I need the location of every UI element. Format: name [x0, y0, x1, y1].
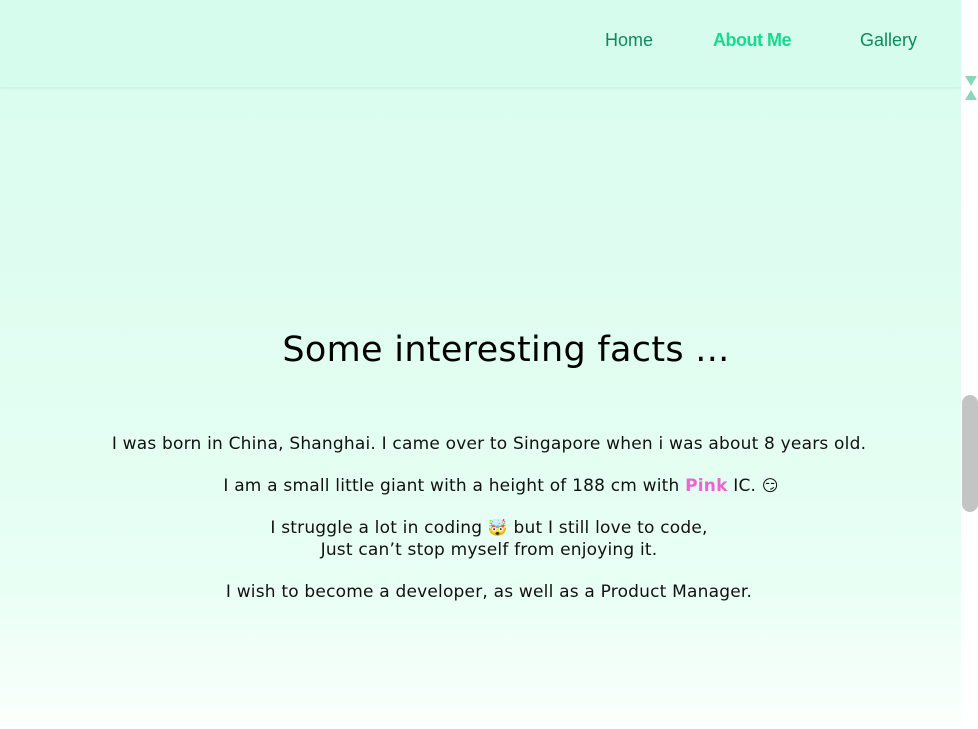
scroll-down-icon[interactable]	[965, 76, 977, 86]
nav-home-link[interactable]: Home	[605, 30, 653, 51]
scrollbar-thumb[interactable]	[962, 395, 978, 512]
smirk-emoji-icon: 😏	[761, 476, 779, 495]
nav-about-me-link[interactable]: About Me	[713, 30, 791, 51]
exploding-head-emoji-icon: 🤯	[487, 518, 508, 537]
page-viewport: Home About Me Gallery Some interesting f…	[0, 0, 961, 729]
fact-height-text: I am a small little giant with a height …	[223, 476, 686, 496]
scroll-up-icon[interactable]	[965, 90, 977, 100]
fact-ambition: I wish to become a developer, as well as…	[225, 582, 753, 602]
vertical-scrollbar[interactable]	[961, 0, 978, 729]
fact-coding: I struggle a lot in coding 🤯 but I still…	[0, 517, 961, 561]
fact-coding-text: I struggle a lot in coding	[270, 518, 488, 538]
top-navbar: Home About Me Gallery	[0, 0, 961, 87]
nav-gallery-link[interactable]: Gallery	[860, 30, 917, 51]
pink-ic-highlight: Pink	[685, 476, 728, 496]
fact-height: I am a small little giant with a height …	[12, 475, 961, 497]
fact-height-suffix: IC.	[727, 476, 762, 496]
fact-coding-line2: Just can’t stop myself from enjoying it.	[320, 540, 658, 560]
fact-birthplace: I was born in China, Shanghai. I came ov…	[111, 434, 867, 454]
fact-coding-suffix: but I still love to code,	[507, 518, 708, 538]
section-heading: Some interesting facts ...	[282, 330, 730, 370]
